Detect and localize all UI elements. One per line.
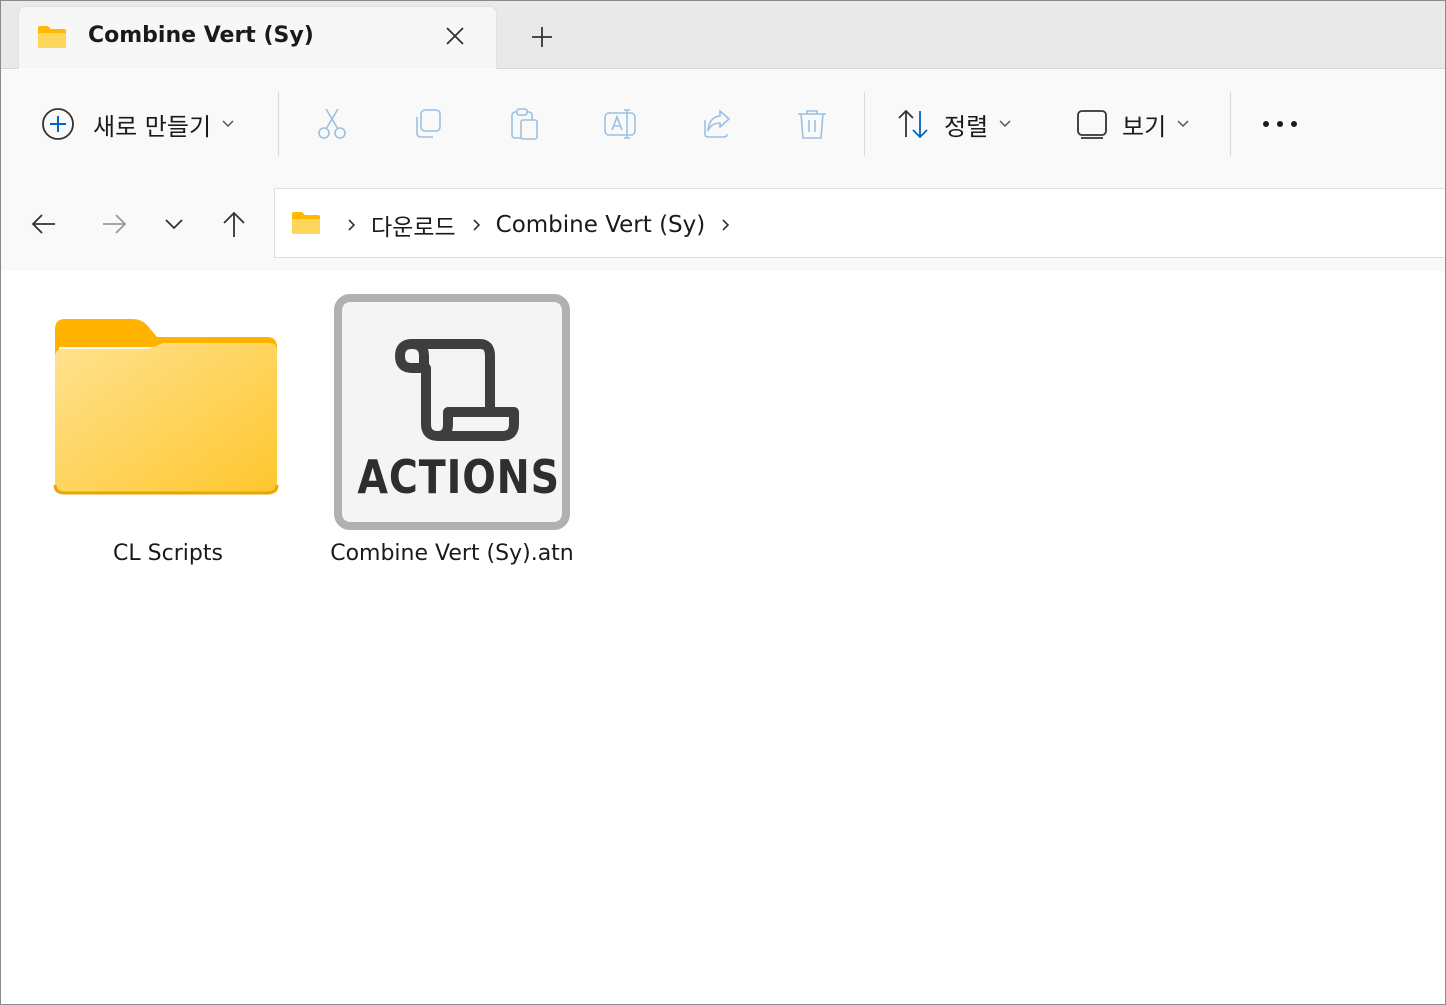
view-button[interactable]: 보기 bbox=[1076, 107, 1190, 141]
tab-title: Combine Vert (Sy) bbox=[88, 23, 314, 48]
actions-file-icon[interactable]: ACTIONS bbox=[334, 294, 570, 530]
folder-icon bbox=[38, 26, 66, 48]
share-icon[interactable] bbox=[698, 106, 734, 142]
chevron-right-icon[interactable] bbox=[717, 217, 733, 233]
paste-icon[interactable] bbox=[506, 106, 542, 142]
cut-icon[interactable] bbox=[314, 106, 350, 142]
folder-icon bbox=[292, 212, 320, 234]
new-button[interactable]: 새로 만들기 bbox=[41, 107, 235, 141]
breadcrumb: 다운로드 Combine Vert (Sy) bbox=[331, 208, 745, 242]
chevron-right-icon[interactable] bbox=[468, 217, 484, 233]
more-options-icon[interactable] bbox=[1260, 117, 1300, 131]
sort-button[interactable]: 정렬 bbox=[896, 107, 1012, 141]
toolbar-separator bbox=[1230, 92, 1231, 156]
folder-icon bbox=[53, 319, 279, 495]
forward-arrow-icon[interactable] bbox=[99, 209, 129, 239]
chevron-down-icon[interactable] bbox=[159, 209, 189, 239]
item-name: CL Scripts bbox=[113, 541, 223, 566]
back-arrow-icon[interactable] bbox=[29, 209, 59, 239]
new-button-label: 새로 만들기 bbox=[93, 112, 212, 141]
item-name: Combine Vert (Sy).atn bbox=[330, 541, 574, 566]
actions-label: ACTIONS bbox=[357, 450, 561, 504]
scroll-icon bbox=[395, 339, 519, 441]
rename-icon[interactable] bbox=[602, 106, 638, 142]
up-arrow-icon[interactable] bbox=[219, 209, 249, 239]
address-bar[interactable]: 다운로드 Combine Vert (Sy) bbox=[274, 188, 1445, 258]
breadcrumb-item-current[interactable]: Combine Vert (Sy) bbox=[496, 212, 706, 238]
chevron-right-icon[interactable] bbox=[343, 217, 359, 233]
delete-icon[interactable] bbox=[794, 106, 830, 142]
breadcrumb-item-downloads[interactable]: 다운로드 bbox=[371, 208, 456, 242]
tab-combine-vert[interactable]: Combine Vert (Sy) bbox=[18, 6, 497, 69]
chevron-down-icon bbox=[1177, 120, 1189, 128]
copy-icon[interactable] bbox=[410, 106, 446, 142]
sort-icon bbox=[898, 109, 928, 139]
toolbar-separator bbox=[278, 92, 279, 156]
close-icon[interactable] bbox=[444, 25, 466, 47]
plus-icon[interactable] bbox=[530, 25, 554, 49]
add-circle-icon bbox=[42, 108, 74, 140]
view-icon bbox=[1077, 110, 1107, 139]
chevron-down-icon bbox=[222, 120, 234, 128]
sort-button-label: 정렬 bbox=[944, 112, 989, 141]
chevron-down-icon bbox=[999, 120, 1011, 128]
toolbar-separator bbox=[864, 92, 865, 156]
folder-item[interactable]: CL Scripts bbox=[43, 291, 293, 581]
navigation-bar: 다운로드 Combine Vert (Sy) bbox=[1, 176, 1445, 271]
tab-strip: Combine Vert (Sy) bbox=[1, 1, 1445, 69]
file-list: CL Scripts Combine Vert (Sy).atn bbox=[1, 271, 1445, 1004]
view-button-label: 보기 bbox=[1122, 112, 1167, 141]
file-explorer-window: Combine Vert (Sy) 새로 만들기 정렬 보기 다운로드 Comb… bbox=[0, 0, 1446, 1005]
command-bar: 새로 만들기 정렬 보기 bbox=[1, 70, 1445, 176]
